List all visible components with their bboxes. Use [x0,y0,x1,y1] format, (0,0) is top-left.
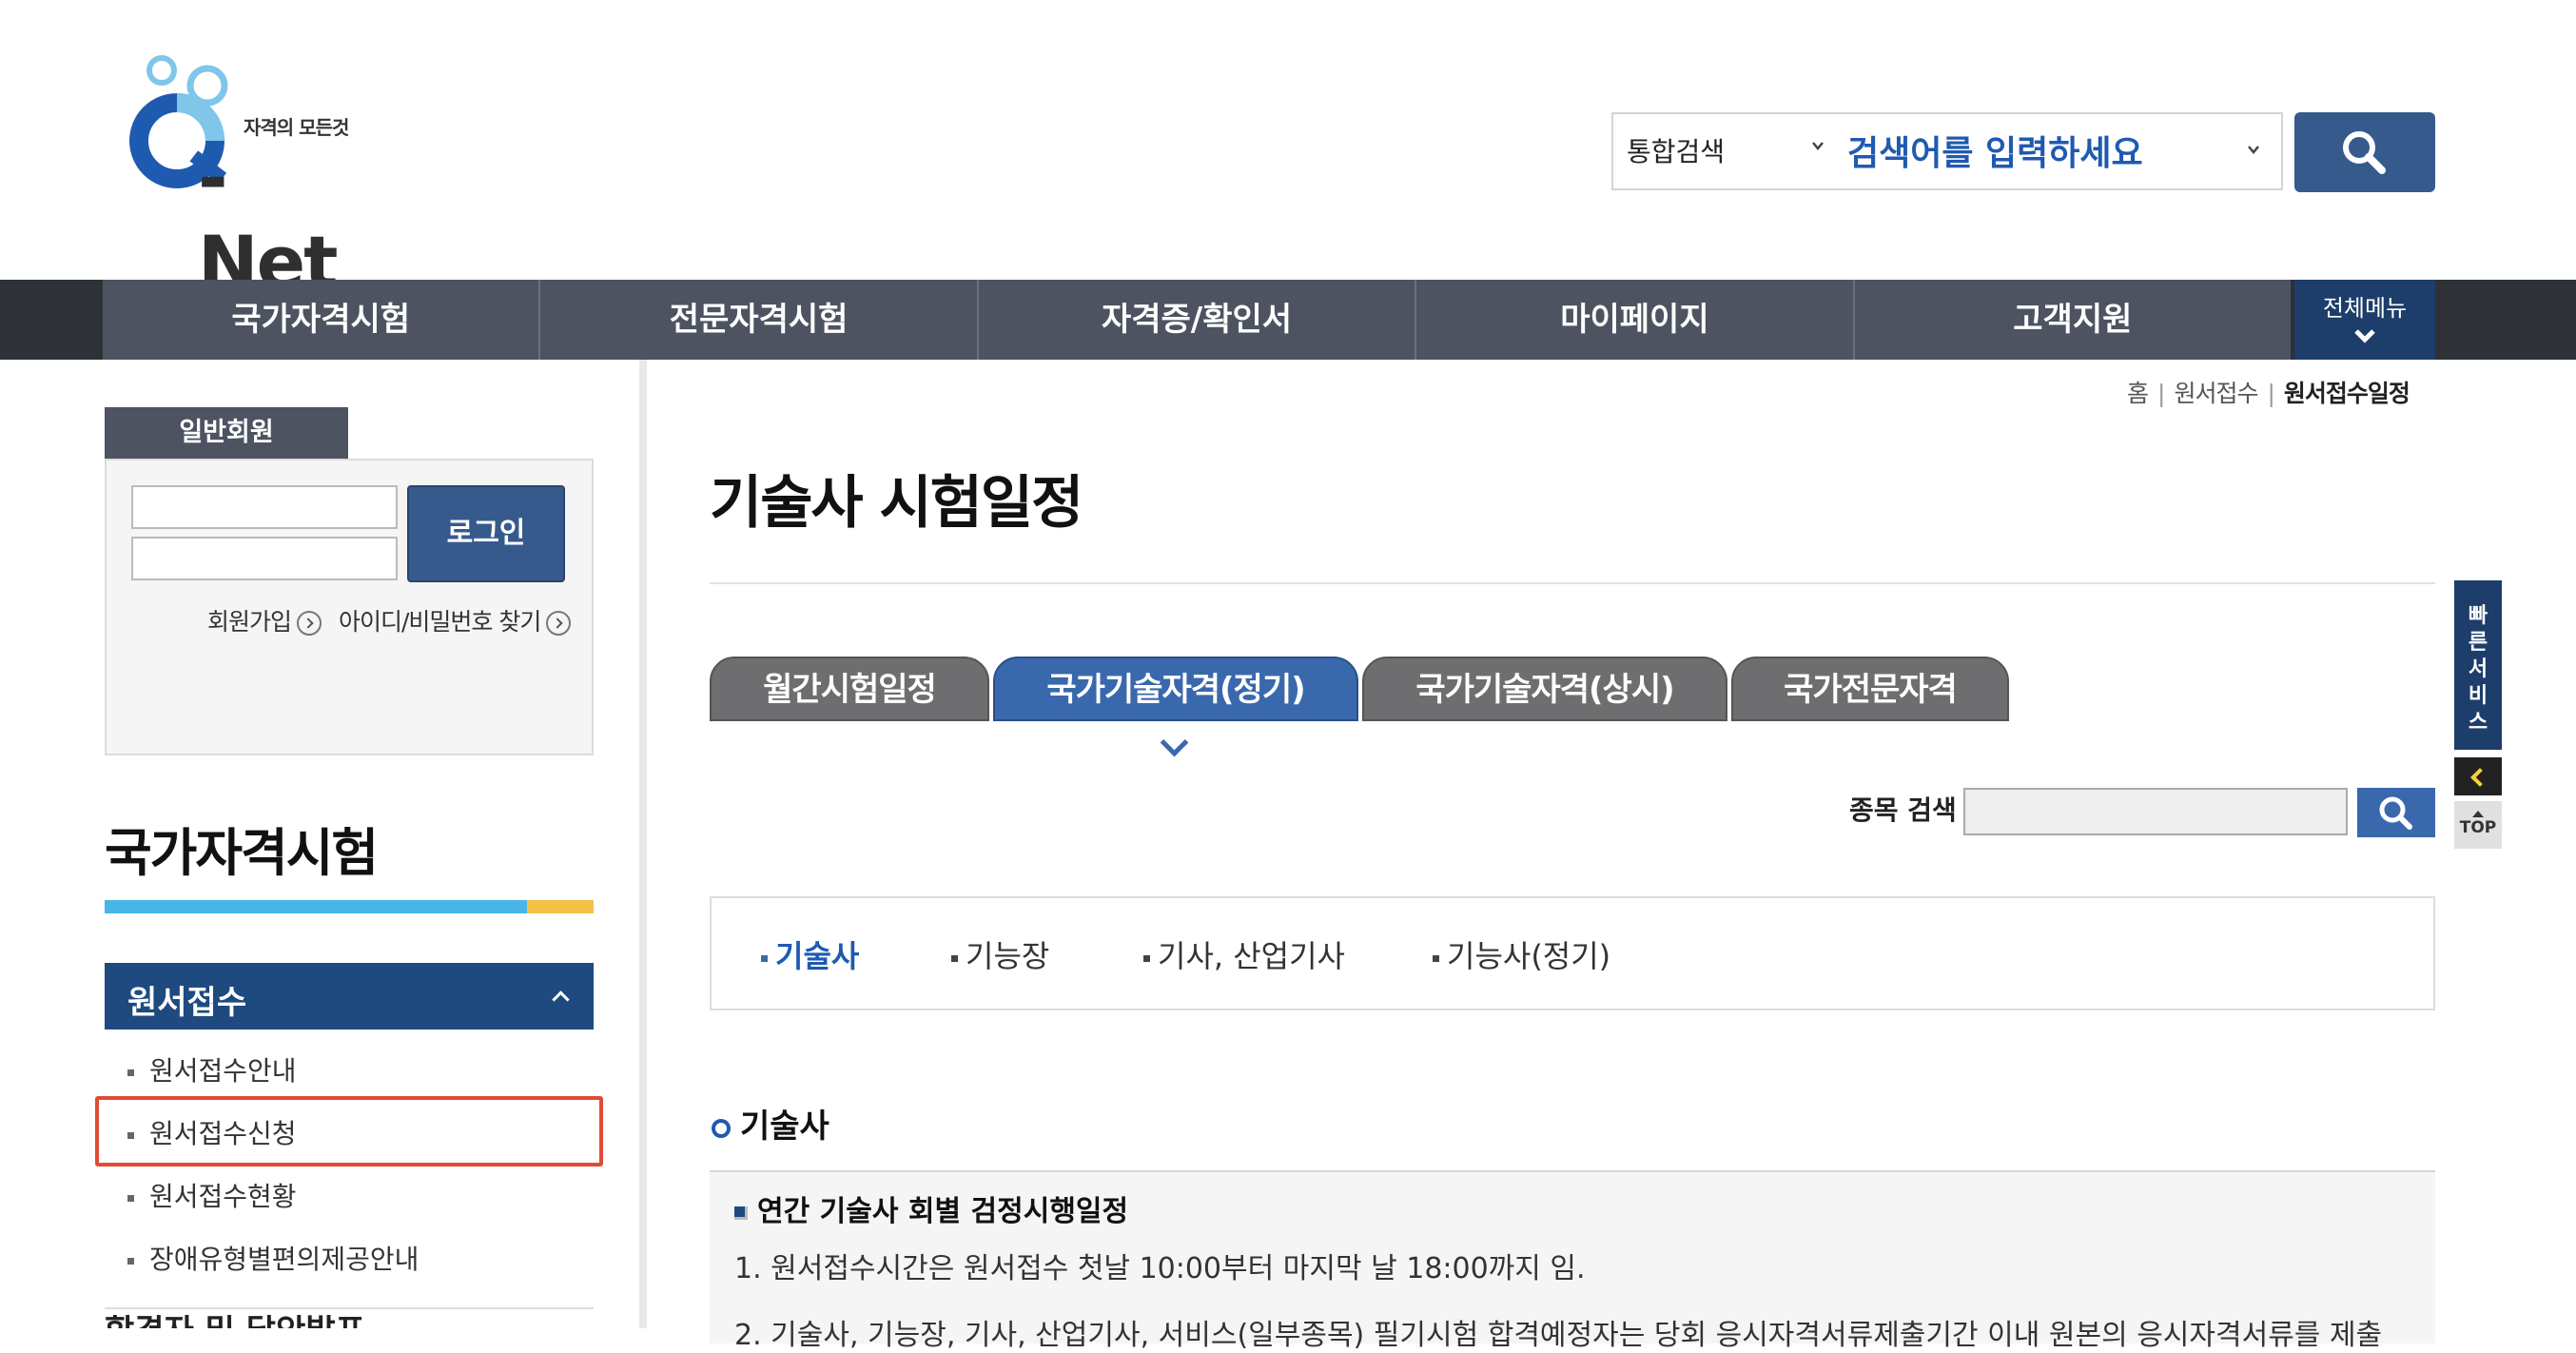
search-scope-select[interactable]: 통합검색 [1627,131,1725,169]
submenu-item-label: 원서접수안내 [149,1055,297,1087]
category-engineer-industrial[interactable]: 기사, 산업기사 [1143,932,1345,976]
category-label: 기술사 [775,938,860,974]
bullet-icon [1143,954,1150,962]
next-section-title[interactable]: 합격자 및 답안발표 [105,1315,365,1328]
tab-national-professional[interactable]: 국가전문자격 [1731,657,2009,721]
item-search-input[interactable] [1963,788,2348,835]
quick-service-panel: 빠 른 서 비 스 TOP [2454,580,2502,849]
tab-national-technical-continuous[interactable]: 국가기술자격(상시) [1362,657,1727,721]
bullet-icon [951,954,958,962]
submenu-title: 원서접수 [127,984,247,1022]
bullet-icon [761,954,768,962]
chevron-up-icon [552,990,570,1009]
breadcrumb-level1[interactable]: 원서접수 [2174,380,2258,407]
nav-professional-exam[interactable]: 전문자격시험 [538,280,976,360]
qnet-logo[interactable]: 자격의 모든것 -Net [103,48,360,304]
breadcrumb-separator: | [2267,380,2275,407]
breadcrumb-home[interactable]: 홈 [2127,380,2149,407]
notice-line: 2. 기술사, 기능장, 기사, 산업기사, 서비스(일부종목) 필기시험 합격… [734,1319,2383,1352]
nav-national-exam[interactable]: 국가자격시험 [103,280,538,360]
quick-service-char: 른 [2468,631,2488,655]
category-label: 기능장 [966,938,1050,974]
chevron-right-icon [297,611,322,636]
join-link[interactable]: 회원가입 [207,603,322,637]
member-type-tab[interactable]: 일반회원 [105,407,348,459]
all-menu-button[interactable]: 전체메뉴 [2294,280,2435,360]
chevron-left-icon [2470,768,2489,787]
tab-monthly-schedule[interactable]: 월간시험일정 [710,657,989,721]
caret-up-icon [2472,811,2484,817]
highlight-box [95,1096,603,1167]
nav-customer-support[interactable]: 고객지원 [1852,280,2291,360]
submenu-item[interactable]: 원서접수안내 [127,1050,297,1088]
column-divider [639,360,647,1328]
search-icon [2379,796,2412,830]
category-professional-engineer[interactable]: 기술사 [761,932,859,976]
id-field[interactable] [131,485,398,529]
all-menu-label: 전체메뉴 [2322,295,2408,322]
search-input[interactable] [1845,118,2274,188]
login-button[interactable]: 로그인 [407,485,565,582]
breadcrumb: 홈 | 원서접수 | 원서접수일정 [2127,375,2410,409]
item-search-button[interactable] [2357,788,2435,837]
circle-bullet-icon [712,1118,731,1138]
search-icon [2343,131,2386,174]
find-account-link[interactable]: 아이디/비밀번호 찾기 [339,603,572,637]
chevron-right-icon [546,611,572,636]
notice-box: 연간 기술사 회별 검정시행일정 1. 원서접수시간은 원서접수 첫날 10:0… [710,1170,2435,1352]
quick-collapse-button[interactable] [2454,757,2502,795]
scroll-top-button[interactable]: TOP [2454,801,2502,849]
chevron-down-icon[interactable] [2247,143,2260,156]
category-label: 기사, 산업기사 [1158,938,1345,974]
nav-mypage[interactable]: 마이페이지 [1415,280,1852,360]
title-divider [710,582,2435,584]
submenu-item-label: 장애유형별편의제공안내 [149,1244,420,1275]
category-craftsman-regular[interactable]: 기능사(정기) [1433,932,1610,976]
submenu-item[interactable]: 원서접수현황 [127,1176,297,1214]
login-box: 로그인 회원가입 아이디/비밀번호 찾기 [105,459,594,755]
submenu-item-label: 원서접수현황 [149,1181,297,1212]
scroll-top-label: TOP [2459,818,2497,837]
category-filter: 기술사 기능장 기사, 산업기사 기능사(정기) [710,896,2435,1010]
divider [105,1307,594,1309]
notice-line: 1. 원서접수시간은 원서접수 첫날 10:00부터 마지막 날 18:00까지… [734,1252,1586,1285]
section-underline-accent [527,900,594,913]
item-search-label: 종목 검색 [1849,794,1957,826]
submenu-item[interactable]: 장애유형별편의제공안내 [127,1239,419,1277]
bullet-icon [127,1194,134,1202]
breadcrumb-current: 원서접수일정 [2283,380,2410,407]
main-nav: 국가자격시험 전문자격시험 자격증/확인서 마이페이지 고객지원 [0,280,2576,360]
quick-service-button[interactable]: 빠 른 서 비 스 [2454,580,2502,750]
notice-title-label: 연간 기술사 회별 검정시행일정 [757,1195,1129,1228]
section-heading-label: 기술사 [740,1108,829,1146]
submenu-header[interactable]: 원서접수 [105,963,594,1029]
category-label: 기능사(정기) [1447,938,1611,974]
section-heading: 기술사 [712,1100,829,1147]
password-field[interactable] [131,537,398,580]
quick-service-char: 스 [2468,711,2488,735]
join-link-label: 회원가입 [207,608,292,636]
quick-service-char: 비 [2468,684,2488,708]
page-title: 기술사 시험일정 [710,470,1083,537]
search-button[interactable] [2294,112,2435,192]
quick-service-char: 빠 [2468,604,2488,628]
section-title: 국가자격시험 [105,823,379,883]
tab-national-technical-regular[interactable]: 국가기술자격(정기) [993,657,1358,721]
chevron-down-icon [1160,728,1189,757]
nav-certificate[interactable]: 자격증/확인서 [976,280,1415,360]
chevron-down-icon[interactable] [1811,139,1825,152]
bullet-icon [1433,954,1439,962]
section-underline [105,900,527,913]
find-account-label: 아이디/비밀번호 찾기 [339,608,541,636]
unified-search-bar: 통합검색 [1611,112,2283,190]
category-master-craftsman[interactable]: 기능장 [951,932,1049,976]
chevron-down-icon [2354,329,2375,343]
breadcrumb-separator: | [2157,380,2166,407]
notice-title: 연간 기술사 회별 검정시행일정 [734,1187,1128,1229]
square-bullet-icon [734,1206,748,1220]
bullet-icon [127,1257,134,1265]
bullet-icon [127,1069,134,1076]
quick-service-char: 서 [2468,657,2488,681]
